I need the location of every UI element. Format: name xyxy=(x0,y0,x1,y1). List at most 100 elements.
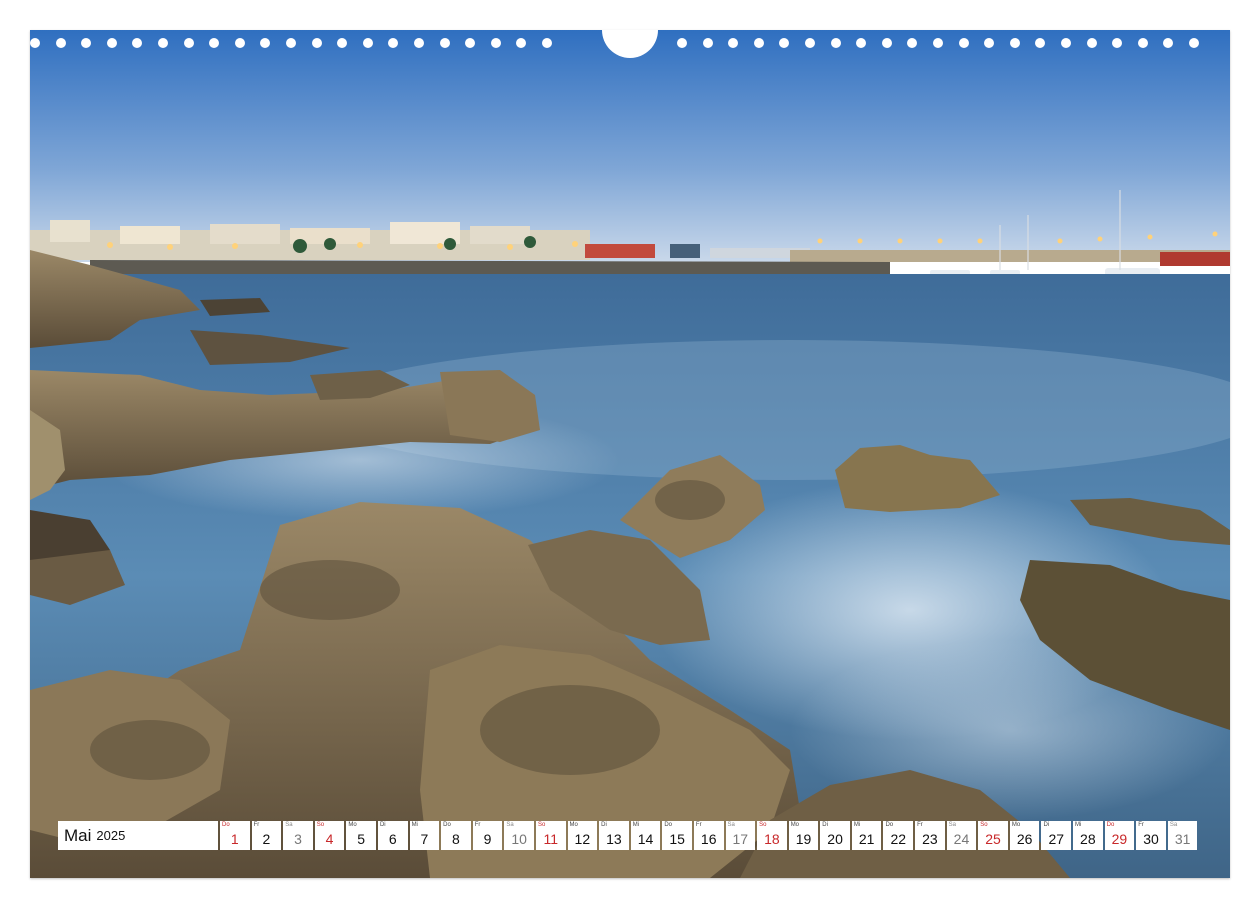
day-number: 8 xyxy=(452,831,460,847)
binding-hole xyxy=(234,38,245,48)
day-number: 21 xyxy=(858,831,875,847)
binding-hole xyxy=(1163,38,1174,48)
day-number: 7 xyxy=(420,831,429,847)
weekday-abbrev: Do xyxy=(664,822,672,828)
day-number: 10 xyxy=(511,831,527,847)
day-cell: So 25 xyxy=(978,821,1008,850)
binding-hole xyxy=(516,38,527,48)
binding-hole xyxy=(183,38,194,48)
day-number: 4 xyxy=(325,831,334,847)
day-number: 29 xyxy=(1111,831,1128,847)
day-cell: Mo 19 xyxy=(788,821,819,850)
weekday-abbrev: Mi xyxy=(632,822,640,828)
coastal-photo xyxy=(30,30,1230,878)
day-number: 12 xyxy=(574,831,591,847)
binding-hole xyxy=(55,38,66,48)
day-number: 22 xyxy=(890,831,907,847)
day-cell: Fr 2 xyxy=(251,821,282,850)
month-name: Mai xyxy=(64,825,92,845)
day-cell: Do 22 xyxy=(883,821,914,850)
binding-hole xyxy=(958,38,969,48)
weekday-abbrev: Di xyxy=(1043,822,1050,828)
binding-hole xyxy=(1061,38,1071,48)
day-cells: Do 1 Fr 2 Sa 3 So 4 Mo 5 Di 6 Mi 7 Do 8 Fr 9 Sa 10 So 11 Mo 12 D… xyxy=(220,821,1199,850)
day-number: 25 xyxy=(985,831,1001,847)
binding-hole xyxy=(830,38,841,48)
day-number: 30 xyxy=(1143,831,1159,847)
weekday-abbrev: Di xyxy=(601,822,607,828)
binding-hole xyxy=(677,38,687,48)
binding-hole xyxy=(805,38,815,48)
day-number: 5 xyxy=(357,831,366,847)
weekday-abbrev: Sa xyxy=(948,822,956,828)
calendar-page: Mai 2025 Do 1 Fr 2 Sa 3 So 4 Mo 5 Di 6 Mi 7 Do 8 Fr 9 Sa 10… xyxy=(0,0,1260,908)
weekday-abbrev: Mo xyxy=(348,822,357,828)
weekday-abbrev: Do xyxy=(885,822,894,828)
day-number: 27 xyxy=(1048,831,1065,847)
day-cell: Sa 3 xyxy=(283,821,313,850)
day-cell: Di 13 xyxy=(599,821,629,850)
binding-hole xyxy=(728,38,739,48)
day-cell: Mo 5 xyxy=(346,821,376,850)
weekday-abbrev: Di xyxy=(822,822,828,828)
binding-hole xyxy=(209,38,220,48)
weekday-abbrev: Fr xyxy=(474,822,481,828)
binding-hole xyxy=(856,38,867,48)
binding-hole xyxy=(388,38,399,48)
binding-hole xyxy=(753,38,764,48)
weekday-abbrev: Do xyxy=(222,822,230,828)
binding-hole xyxy=(260,38,271,48)
day-number: 24 xyxy=(953,831,970,847)
day-number: 18 xyxy=(764,831,780,847)
day-cell: Mi 14 xyxy=(630,821,661,850)
binding-hole xyxy=(30,38,40,48)
weekday-abbrev: So xyxy=(537,822,546,828)
day-cell: Mi 28 xyxy=(1073,821,1103,850)
binding-hole xyxy=(1035,38,1046,48)
day-number: 26 xyxy=(1016,831,1033,847)
binding-hole xyxy=(1086,38,1097,48)
day-cell: Do 1 xyxy=(220,821,250,850)
binding-hole xyxy=(286,38,296,48)
weekday-abbrev: Fr xyxy=(253,822,260,828)
day-number: 19 xyxy=(795,831,812,847)
day-number: 31 xyxy=(1174,831,1191,847)
day-number: 28 xyxy=(1080,831,1096,847)
binding-hole xyxy=(439,38,450,48)
day-cell: Fr 30 xyxy=(1136,821,1166,850)
day-cell: Di 27 xyxy=(1041,821,1072,850)
weekday-abbrev: So xyxy=(316,822,325,828)
binding-hole xyxy=(81,38,92,48)
weekday-abbrev: Mo xyxy=(1011,822,1021,828)
day-number: 6 xyxy=(388,831,397,847)
day-cell: Di 20 xyxy=(820,821,850,850)
binding-hole xyxy=(337,38,348,48)
day-number: 1 xyxy=(230,831,239,847)
day-number: 9 xyxy=(483,831,492,847)
month-label: Mai 2025 xyxy=(58,821,218,850)
weekday-abbrev: Mi xyxy=(411,822,418,828)
binding-hole xyxy=(106,38,117,48)
binding-hole xyxy=(158,38,168,48)
binding-hole xyxy=(132,38,143,48)
weekday-abbrev: Mo xyxy=(569,822,578,828)
day-cell: So 4 xyxy=(314,821,345,850)
binding-hole xyxy=(984,38,995,48)
day-cell: Sa 10 xyxy=(504,821,534,850)
binding-hole xyxy=(414,38,424,48)
day-cell: Mi 7 xyxy=(409,821,440,850)
day-cell: Fr 9 xyxy=(472,821,503,850)
weekday-abbrev: Mi xyxy=(1075,822,1082,828)
weekday-abbrev: Sa xyxy=(506,822,514,828)
weekday-abbrev: Mi xyxy=(853,822,861,828)
weekday-abbrev: Mo xyxy=(790,822,800,828)
day-cell: Sa 17 xyxy=(725,821,756,850)
day-number: 2 xyxy=(262,831,271,847)
binding-hole xyxy=(1112,38,1123,48)
day-cell: Do 8 xyxy=(441,821,471,850)
day-cell: Sa 31 xyxy=(1167,821,1198,850)
day-cell: Do 15 xyxy=(662,821,692,850)
day-number: 23 xyxy=(922,831,938,847)
binding-hole xyxy=(362,38,373,48)
binding-hole xyxy=(311,38,322,48)
